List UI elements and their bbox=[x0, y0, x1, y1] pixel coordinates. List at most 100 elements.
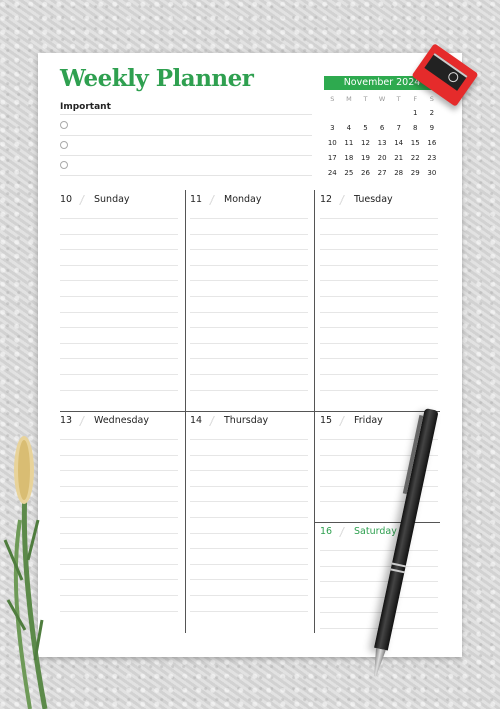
writing-line[interactable] bbox=[190, 296, 308, 297]
writing-line[interactable] bbox=[60, 374, 178, 375]
important-checkbox-3[interactable] bbox=[60, 161, 68, 169]
writing-line[interactable] bbox=[320, 249, 438, 251]
writing-line[interactable] bbox=[190, 517, 308, 518]
calendar-date[interactable]: 28 bbox=[390, 166, 407, 181]
writing-line[interactable] bbox=[320, 264, 438, 266]
writing-line[interactable] bbox=[190, 610, 308, 612]
writing-line[interactable] bbox=[320, 218, 438, 219]
calendar-date[interactable]: 3 bbox=[324, 121, 341, 136]
calendar-date[interactable]: 15 bbox=[407, 136, 424, 151]
calendar-date[interactable]: 29 bbox=[407, 166, 424, 181]
writing-line[interactable] bbox=[320, 327, 438, 329]
calendar-date[interactable]: 6 bbox=[374, 121, 391, 136]
writing-line[interactable] bbox=[190, 233, 308, 235]
writing-line[interactable] bbox=[60, 249, 178, 251]
writing-line[interactable] bbox=[320, 501, 438, 503]
calendar-date[interactable]: 2 bbox=[424, 106, 441, 121]
calendar-date[interactable]: 27 bbox=[374, 166, 391, 181]
writing-line[interactable] bbox=[190, 579, 308, 581]
writing-line[interactable] bbox=[60, 233, 178, 235]
writing-line[interactable] bbox=[320, 565, 438, 567]
calendar-date[interactable]: 9 bbox=[424, 121, 441, 136]
writing-line[interactable] bbox=[320, 311, 438, 313]
writing-line[interactable] bbox=[60, 595, 178, 596]
calendar-date[interactable]: 14 bbox=[390, 136, 407, 151]
calendar-date[interactable]: 11 bbox=[341, 136, 358, 151]
calendar-date[interactable]: 25 bbox=[341, 166, 358, 181]
writing-line[interactable] bbox=[60, 579, 178, 581]
writing-line[interactable] bbox=[190, 501, 308, 503]
calendar-date[interactable]: 5 bbox=[357, 121, 374, 136]
writing-line[interactable] bbox=[60, 532, 178, 534]
writing-line[interactable] bbox=[320, 612, 438, 614]
calendar-date[interactable]: 23 bbox=[424, 151, 441, 166]
writing-line[interactable] bbox=[320, 596, 438, 598]
calendar-date[interactable]: 26 bbox=[357, 166, 374, 181]
writing-line[interactable] bbox=[190, 218, 308, 219]
writing-line[interactable] bbox=[60, 296, 178, 297]
writing-line[interactable] bbox=[320, 358, 438, 360]
writing-line[interactable] bbox=[190, 470, 308, 472]
calendar-date[interactable]: 7 bbox=[390, 121, 407, 136]
writing-line[interactable] bbox=[190, 280, 308, 282]
writing-line[interactable] bbox=[60, 517, 178, 518]
writing-line[interactable] bbox=[190, 311, 308, 313]
writing-line[interactable] bbox=[60, 454, 178, 456]
writing-line[interactable] bbox=[60, 548, 178, 550]
calendar-date[interactable]: 13 bbox=[374, 136, 391, 151]
calendar-date[interactable]: 10 bbox=[324, 136, 341, 151]
writing-line[interactable] bbox=[320, 389, 438, 391]
writing-line[interactable] bbox=[60, 311, 178, 313]
writing-line[interactable] bbox=[190, 342, 308, 344]
writing-line[interactable] bbox=[60, 563, 178, 565]
calendar-date[interactable]: 19 bbox=[357, 151, 374, 166]
writing-line[interactable] bbox=[190, 548, 308, 550]
writing-line[interactable] bbox=[60, 342, 178, 344]
writing-line[interactable] bbox=[190, 264, 308, 266]
important-line-1[interactable] bbox=[60, 135, 312, 136]
writing-line[interactable] bbox=[60, 218, 178, 219]
calendar-date[interactable]: 30 bbox=[424, 166, 441, 181]
writing-line[interactable] bbox=[190, 374, 308, 375]
calendar-date[interactable]: 18 bbox=[341, 151, 358, 166]
writing-line[interactable] bbox=[190, 485, 308, 487]
writing-line[interactable] bbox=[190, 454, 308, 456]
writing-line[interactable] bbox=[60, 470, 178, 472]
calendar-date[interactable]: 20 bbox=[374, 151, 391, 166]
writing-line[interactable] bbox=[320, 296, 438, 297]
calendar-date[interactable]: 21 bbox=[390, 151, 407, 166]
calendar-date[interactable]: 22 bbox=[407, 151, 424, 166]
writing-line[interactable] bbox=[60, 358, 178, 360]
writing-line[interactable] bbox=[60, 501, 178, 503]
writing-line[interactable] bbox=[190, 249, 308, 251]
important-line-3[interactable] bbox=[60, 175, 312, 176]
calendar-date[interactable]: 16 bbox=[424, 136, 441, 151]
writing-line[interactable] bbox=[190, 532, 308, 534]
writing-line[interactable] bbox=[60, 389, 178, 391]
writing-line[interactable] bbox=[320, 550, 438, 551]
calendar-date[interactable]: 8 bbox=[407, 121, 424, 136]
calendar-date[interactable]: 1 bbox=[407, 106, 424, 121]
writing-line[interactable] bbox=[190, 389, 308, 391]
calendar-date[interactable]: 4 bbox=[341, 121, 358, 136]
writing-line[interactable] bbox=[320, 233, 438, 235]
writing-line[interactable] bbox=[190, 327, 308, 329]
writing-line[interactable] bbox=[320, 374, 438, 375]
writing-line[interactable] bbox=[60, 280, 178, 282]
writing-line[interactable] bbox=[60, 485, 178, 487]
writing-line[interactable] bbox=[60, 327, 178, 329]
writing-line[interactable] bbox=[60, 264, 178, 266]
calendar-date[interactable]: 12 bbox=[357, 136, 374, 151]
writing-line[interactable] bbox=[190, 358, 308, 360]
writing-line[interactable] bbox=[190, 563, 308, 565]
writing-line[interactable] bbox=[190, 595, 308, 596]
writing-line[interactable] bbox=[190, 439, 308, 440]
important-checkbox-2[interactable] bbox=[60, 141, 68, 149]
writing-line[interactable] bbox=[60, 439, 178, 440]
calendar-date[interactable]: 17 bbox=[324, 151, 341, 166]
writing-line[interactable] bbox=[320, 280, 438, 282]
writing-line[interactable] bbox=[60, 610, 178, 612]
writing-line[interactable] bbox=[320, 581, 438, 583]
important-line-2[interactable] bbox=[60, 155, 312, 156]
important-checkbox-1[interactable] bbox=[60, 121, 68, 129]
